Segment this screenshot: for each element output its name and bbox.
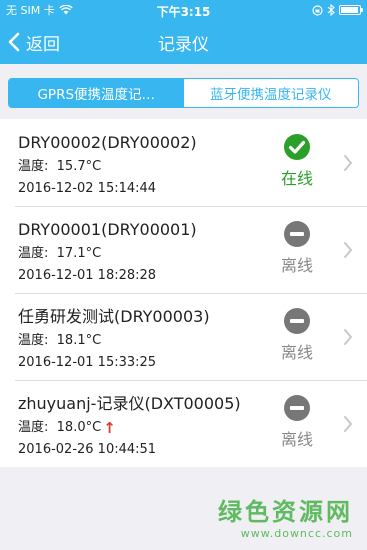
status-label: 离线: [280, 256, 313, 275]
chevron-right-icon: [344, 329, 352, 345]
app-header: 无 SIM 卡 下午3:15 返回 记录仪: [0, 0, 367, 64]
battery-icon: [339, 5, 363, 15]
temperature-value: 17.1°C: [56, 246, 102, 261]
minus-circle-icon: [284, 308, 310, 334]
device-type-tabs: GPRS便携温度记… 蓝牙便携温度记录仪: [8, 78, 359, 108]
check-circle-icon: [284, 134, 310, 160]
watermark: 绿色资源网 www.downcc.com: [218, 492, 353, 540]
chevron-right-icon: [344, 416, 352, 432]
device-row[interactable]: DRY00002(DRY00002) 温度: 15.7°C 2016-12-02…: [0, 119, 367, 206]
chevron-left-icon: [8, 32, 20, 52]
segment-container: GPRS便携温度记… 蓝牙便携温度记录仪: [0, 64, 367, 119]
back-label: 返回: [26, 34, 60, 55]
tab-bluetooth[interactable]: 蓝牙便携温度记录仪: [183, 79, 358, 107]
nav-bar: 返回 记录仪: [0, 20, 367, 64]
temperature-label: 温度:: [18, 246, 49, 261]
temperature-value: 18.1°C: [56, 333, 102, 348]
watermark-url: www.downcc.com: [240, 527, 353, 540]
status-label: 离线: [280, 343, 313, 362]
minus-circle-icon: [284, 395, 310, 421]
temperature-value: 18.0°C: [56, 420, 102, 435]
temperature-label: 温度:: [18, 420, 49, 435]
status-bar: 无 SIM 卡 下午3:15: [0, 0, 367, 20]
chevron-right-icon: [344, 155, 352, 171]
status-label: 在线: [280, 169, 313, 188]
status-indicator: 在线: [275, 133, 319, 189]
status-indicator: 离线: [275, 394, 319, 450]
temperature-label: 温度:: [18, 333, 49, 348]
chevron-right-icon: [344, 242, 352, 258]
status-label: 离线: [280, 430, 313, 449]
device-row[interactable]: zhuyuanj-记录仪(DXT00005) 温度: 18.0°C ↑ 2016-…: [0, 380, 367, 467]
tab-gprs[interactable]: GPRS便携温度记…: [9, 79, 184, 107]
rotation-lock-icon: [312, 4, 323, 16]
status-indicator: 离线: [275, 307, 319, 363]
carrier-label: 无 SIM 卡: [6, 4, 55, 17]
wifi-icon: [59, 5, 73, 15]
temperature-label: 温度:: [18, 159, 49, 174]
temperature-rising-icon: ↑: [103, 419, 116, 437]
minus-circle-icon: [284, 221, 310, 247]
bluetooth-icon: [327, 4, 335, 16]
temperature-value: 15.7°C: [56, 159, 102, 174]
device-row[interactable]: 任勇研发测试(DRY00003) 温度: 18.1°C 2016-12-01 1…: [0, 293, 367, 380]
back-button[interactable]: 返回: [8, 20, 60, 64]
watermark-title: 绿色资源网: [218, 498, 353, 526]
status-indicator: 离线: [275, 220, 319, 276]
device-row[interactable]: DRY00001(DRY00001) 温度: 17.1°C 2016-12-01…: [0, 206, 367, 293]
device-list: DRY00002(DRY00002) 温度: 15.7°C 2016-12-02…: [0, 119, 367, 467]
